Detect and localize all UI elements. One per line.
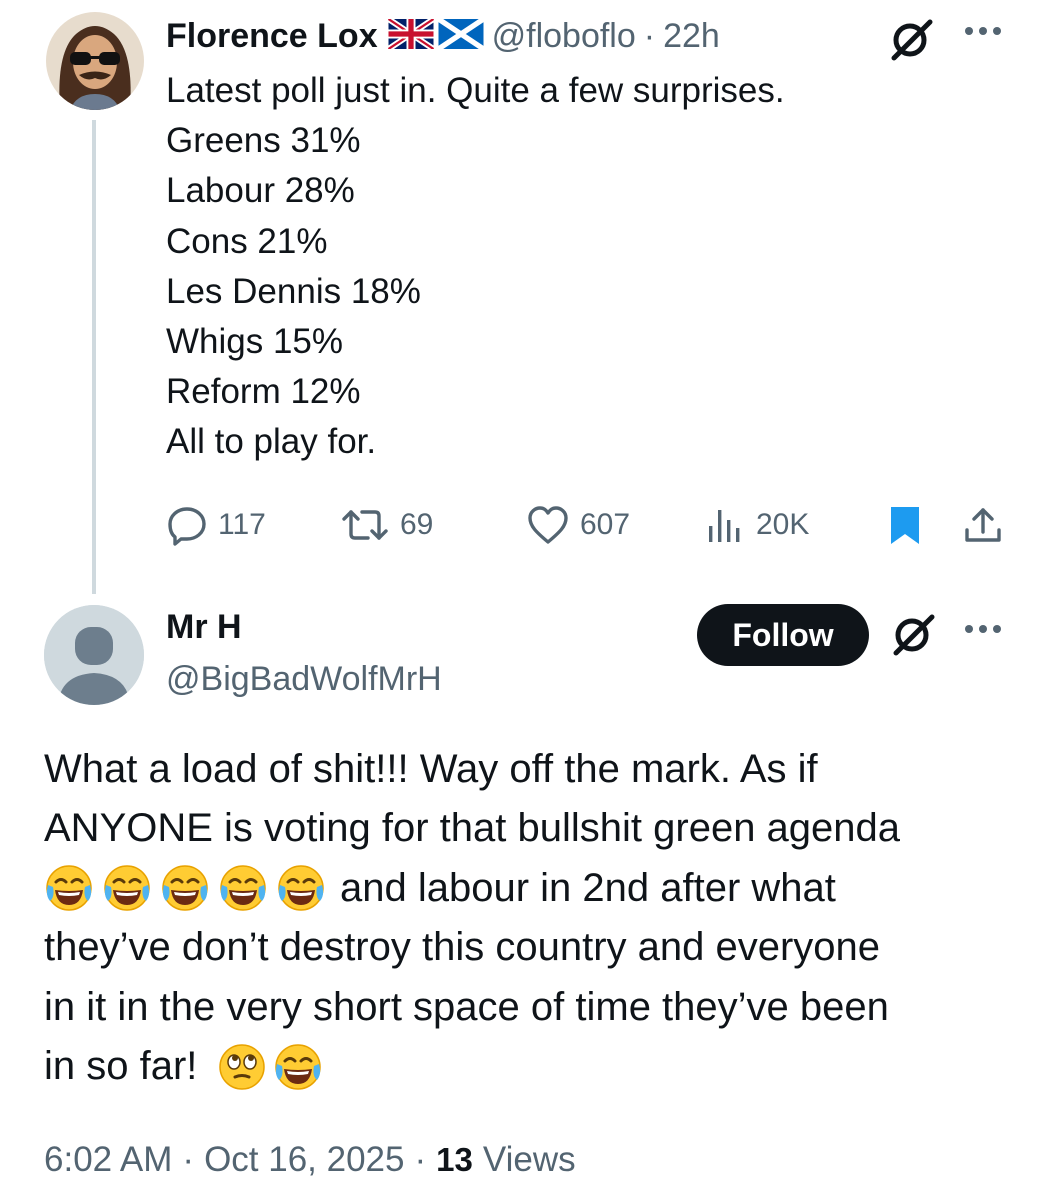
- avatar[interactable]: [44, 605, 144, 705]
- laughing-crying-emoji-icon: [44, 863, 94, 913]
- tweet-line-text: in so far!: [44, 1043, 198, 1088]
- repost-icon: [342, 510, 388, 540]
- tweet-line: ANYONE is voting for that bullshit green…: [44, 799, 1034, 858]
- share-button[interactable]: [962, 500, 1004, 550]
- tweet-line-text: in it in the very short space of time th…: [44, 984, 889, 1029]
- tweet-line: What a load of shit!!! Way off the mark.…: [44, 740, 1034, 799]
- more-options-icon[interactable]: [962, 614, 1004, 649]
- tweet-line-text: ANYONE is voting for that bullshit green…: [44, 806, 901, 851]
- tweet-line-text: they’ve don’t destroy this country and e…: [44, 925, 881, 970]
- views-count: 20K: [756, 508, 810, 541]
- laughing-crying-emoji-icon: [102, 863, 152, 913]
- tweet-line: Labour 28%: [166, 171, 355, 211]
- tweet-header: Florence Lox @floboflo · 22h: [166, 14, 720, 58]
- separator-dot: ·: [182, 1140, 195, 1179]
- tweet-text: Latest poll just in. Quite a few surpris…: [166, 66, 785, 468]
- views-count: 13: [436, 1141, 473, 1178]
- tweet-time[interactable]: 22h: [663, 17, 720, 56]
- reply-count: 117: [218, 508, 266, 541]
- analytics-icon: [709, 510, 740, 542]
- tweet-line-text: and labour in 2nd after what: [340, 865, 836, 910]
- share-icon: [965, 508, 1001, 542]
- separator-dot: ·: [414, 1140, 427, 1179]
- tweet-line: they’ve don’t destroy this country and e…: [44, 918, 1034, 977]
- like-count: 607: [580, 508, 631, 541]
- tweet-line: Les Dennis 18%: [166, 271, 421, 311]
- views-button[interactable]: 20K: [704, 500, 809, 550]
- scotland-flag-icon: [436, 16, 485, 54]
- tweet-line: Reform 12%: [166, 372, 361, 412]
- reply-icon: [168, 507, 206, 546]
- tweet-line: and labour in 2nd after what: [44, 859, 1034, 918]
- united-kingdom-flag-icon: [386, 16, 435, 54]
- heart-icon: [528, 506, 568, 544]
- laughing-crying-emoji-icon: [273, 1042, 323, 1092]
- tweet-time[interactable]: 6:02 AM: [44, 1140, 172, 1180]
- grok-icon[interactable]: [892, 613, 936, 662]
- more-options-icon[interactable]: [962, 16, 1004, 51]
- tweet-line: Cons 21%: [166, 221, 328, 261]
- tweet-line: in it in the very short space of time th…: [44, 978, 1034, 1037]
- tweet-line: All to play for.: [166, 422, 377, 462]
- tweet-line-text: What a load of shit!!! Way off the mark.…: [44, 747, 818, 791]
- repost-button[interactable]: 69: [340, 500, 433, 550]
- tweet-meta: 6:02 AM · Oct 16, 2025 · 13 Views: [44, 1140, 576, 1180]
- tweet-line: Latest poll just in. Quite a few surpris…: [166, 71, 785, 110]
- avatar[interactable]: [46, 12, 144, 110]
- author-name[interactable]: Mr H: [166, 608, 242, 647]
- separator-dot: ·: [643, 16, 656, 55]
- bookmark-icon: [891, 507, 919, 544]
- tweet-line: in so far!: [44, 1037, 1034, 1096]
- avatar-image: [46, 12, 144, 110]
- like-button[interactable]: 607: [526, 500, 630, 550]
- grok-icon[interactable]: [890, 18, 934, 67]
- reply-button[interactable]: 117: [166, 500, 266, 550]
- tweet-date[interactable]: Oct 16, 2025: [204, 1140, 404, 1180]
- tweet-actions: 117 69 607 20K: [0, 500, 1051, 550]
- author-name[interactable]: Florence Lox: [166, 17, 378, 56]
- laughing-crying-emoji-icon: [160, 863, 210, 913]
- bookmark-button[interactable]: [888, 500, 922, 550]
- tweet-line: Greens 31%: [166, 121, 361, 161]
- tweet-line: Whigs 15%: [166, 322, 344, 362]
- repost-count: 69: [400, 508, 434, 541]
- default-avatar-icon: [44, 605, 144, 705]
- laughing-crying-emoji-icon: [218, 863, 268, 913]
- follow-button[interactable]: Follow: [697, 604, 869, 666]
- tweet-text: What a load of shit!!! Way off the mark.…: [44, 740, 1034, 1096]
- views-label: Views: [482, 1140, 576, 1179]
- eye-roll-emoji-icon: [217, 1042, 267, 1092]
- author-handle[interactable]: @floboflo: [492, 17, 636, 56]
- author-handle[interactable]: @BigBadWolfMrH: [166, 660, 442, 699]
- laughing-crying-emoji-icon: [276, 863, 326, 913]
